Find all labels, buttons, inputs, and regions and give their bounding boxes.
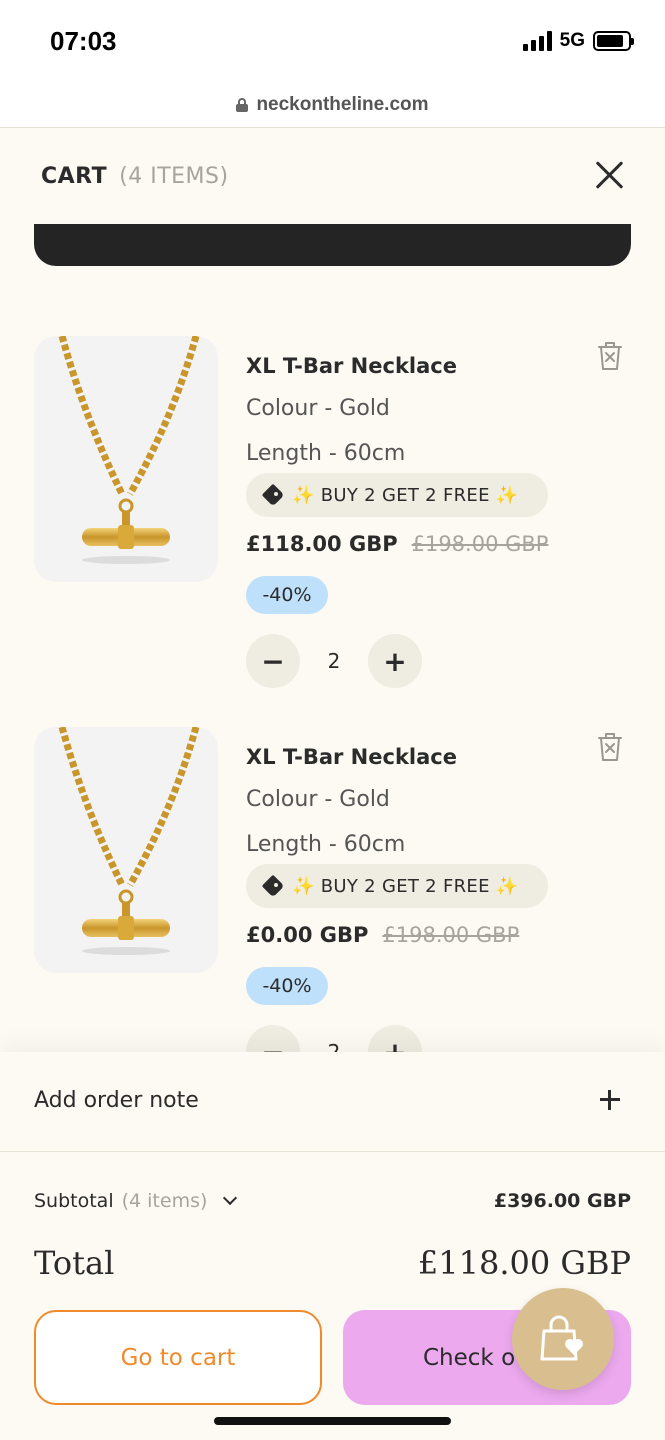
remove-item-icon[interactable]: [596, 340, 624, 376]
go-to-cart-button[interactable]: Go to cart: [34, 1310, 322, 1405]
address-bar[interactable]: neckontheline.com: [0, 82, 665, 128]
total-label: Total: [34, 1244, 115, 1282]
discount-badge: -40%: [246, 967, 328, 1005]
signal-icon: [522, 31, 552, 51]
promo-badge: ✨ BUY 2 GET 2 FREE ✨: [246, 473, 548, 517]
close-icon[interactable]: [595, 160, 625, 190]
product-name[interactable]: XL T-Bar Necklace: [246, 354, 457, 378]
status-indicators: 5G: [522, 30, 634, 52]
wishlist-fab[interactable]: [512, 1288, 614, 1390]
quantity-stepper: − 2 +: [246, 1025, 422, 1054]
product-length: Length - 60cm: [246, 441, 406, 466]
product-image[interactable]: [34, 336, 218, 582]
plus-icon[interactable]: [598, 1088, 622, 1112]
battery-icon: [593, 31, 634, 51]
subtotal-label: Subtotal: [34, 1190, 114, 1212]
subtotal-count: (4 items): [121, 1190, 208, 1212]
promo-text: ✨ BUY 2 GET 2 FREE ✨: [292, 875, 519, 897]
order-note-row[interactable]: Add order note: [0, 1052, 665, 1152]
order-note-label: Add order note: [34, 1088, 199, 1113]
quantity-value[interactable]: 2: [300, 649, 368, 673]
compare-price: £198.00 GBP: [382, 923, 520, 947]
cart-items-list[interactable]: XL T-Bar Necklace Colour - Gold Length -…: [0, 224, 665, 1054]
increase-quantity-button[interactable]: +: [368, 1025, 422, 1054]
sale-price: £118.00 GBP: [246, 532, 398, 556]
promo-text: ✨ BUY 2 GET 2 FREE ✨: [292, 484, 519, 506]
cart-header: CART (4 ITEMS): [0, 128, 665, 224]
product-name[interactable]: XL T-Bar Necklace: [246, 745, 457, 769]
tag-icon: [261, 874, 285, 898]
cart-title: CART: [41, 163, 108, 189]
subtotal-value: £396.00 GBP: [493, 1190, 631, 1212]
lock-icon: [236, 97, 249, 112]
subtotal-toggle[interactable]: Subtotal (4 items): [34, 1190, 238, 1212]
decrease-quantity-button[interactable]: −: [246, 634, 300, 688]
product-colour: Colour - Gold: [246, 396, 390, 421]
home-indicator: [214, 1417, 451, 1425]
product-colour: Colour - Gold: [246, 787, 390, 812]
chevron-down-icon: [223, 1190, 238, 1206]
total-value: £118.00 GBP: [417, 1244, 631, 1282]
compare-price: £198.00 GBP: [411, 532, 549, 556]
product-image[interactable]: [34, 727, 218, 973]
decrease-quantity-button[interactable]: −: [246, 1025, 300, 1054]
cart-item-count: (4 ITEMS): [119, 163, 229, 189]
sale-price: £0.00 GBP: [246, 923, 369, 947]
promo-badge: ✨ BUY 2 GET 2 FREE ✨: [246, 864, 548, 908]
price-row: £0.00 GBP £198.00 GBP: [246, 923, 519, 947]
cart-footer: Add order note Subtotal (4 items) £396.0…: [0, 1052, 665, 1440]
product-length: Length - 60cm: [246, 832, 406, 857]
status-time: 07:03: [50, 26, 117, 56]
tag-icon: [261, 483, 285, 507]
network-label: 5G: [559, 30, 585, 51]
increase-quantity-button[interactable]: +: [368, 634, 422, 688]
announcement-bar: [34, 224, 631, 266]
quantity-stepper: − 2 +: [246, 634, 422, 688]
url-text: neckontheline.com: [256, 93, 429, 115]
discount-badge: -40%: [246, 576, 328, 614]
status-bar: 07:03 5G: [0, 0, 665, 82]
price-row: £118.00 GBP £198.00 GBP: [246, 532, 548, 556]
shopping-bag-heart-icon: [540, 1315, 583, 1361]
cart-item: XL T-Bar Necklace Colour - Gold Length -…: [0, 727, 665, 1054]
cart-item: XL T-Bar Necklace Colour - Gold Length -…: [0, 336, 665, 696]
remove-item-icon[interactable]: [596, 731, 624, 767]
